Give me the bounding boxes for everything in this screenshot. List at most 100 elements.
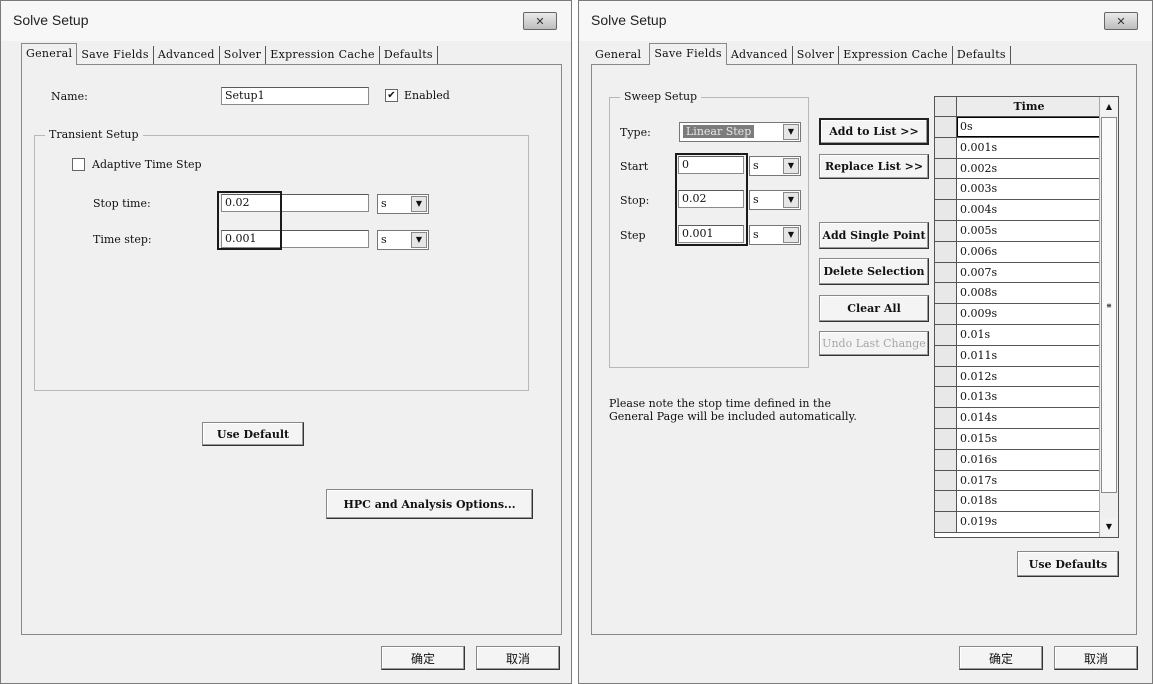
table-row[interactable]: 0.018s	[935, 491, 1101, 513]
row-header-cell[interactable]	[935, 408, 957, 428]
time-cell[interactable]: 0.003s	[957, 179, 1101, 199]
stop-time-input[interactable]: 0.02	[221, 194, 369, 212]
table-row[interactable]: 0.005s	[935, 220, 1101, 242]
time-cell[interactable]: 0.002s	[957, 159, 1101, 179]
use-defaults-button[interactable]: Use Defaults	[1017, 551, 1119, 577]
time-list-table[interactable]: Time 0s 0.001s 0.002s 0.003s 0.004s 0.005s 0.0…	[934, 96, 1119, 538]
table-row[interactable]: 0.012s	[935, 366, 1101, 388]
table-row[interactable]: 0.009s	[935, 304, 1101, 325]
tab-solver[interactable]: Solver	[220, 46, 267, 65]
time-cell[interactable]: 0.006s	[957, 242, 1101, 262]
tab-defaults[interactable]: Defaults	[380, 46, 438, 65]
row-header-cell[interactable]	[935, 512, 957, 532]
row-header-cell[interactable]	[935, 262, 957, 283]
table-row[interactable]: 0.014s	[935, 408, 1101, 429]
step-unit-select[interactable]: s ▼	[749, 225, 801, 245]
tab-defaults[interactable]: Defaults	[953, 46, 1011, 65]
tab-advanced[interactable]: Advanced	[154, 46, 220, 65]
delete-selection-button[interactable]: Delete Selection	[819, 258, 929, 285]
row-header-cell[interactable]	[935, 491, 957, 512]
table-row[interactable]: 0.011s	[935, 345, 1101, 367]
row-header-cell[interactable]	[935, 137, 957, 158]
cancel-button[interactable]: 取消	[1054, 646, 1138, 670]
time-cell[interactable]: 0.019s	[957, 512, 1101, 532]
table-row[interactable]: 0.01s	[935, 324, 1101, 346]
tab-expression-cache[interactable]: Expression Cache	[839, 46, 953, 65]
time-cell[interactable]: 0.005s	[957, 221, 1101, 241]
sweep-type-select[interactable]: Linear Step ▼	[679, 122, 801, 142]
use-default-button[interactable]: Use Default	[202, 422, 304, 446]
time-cell[interactable]: 0s	[957, 117, 1101, 137]
table-row[interactable]: 0.019s	[935, 512, 1101, 533]
name-input[interactable]: Setup1	[221, 87, 369, 105]
table-row[interactable]: 0.013s	[935, 387, 1101, 409]
row-header-cell[interactable]	[935, 387, 957, 408]
row-header-cell[interactable]	[935, 470, 957, 491]
row-header-cell[interactable]	[935, 241, 957, 262]
tab-solver[interactable]: Solver	[793, 46, 840, 65]
row-header-cell[interactable]	[935, 428, 957, 449]
stop-time-unit-select[interactable]: s ▼	[377, 194, 429, 214]
time-cell[interactable]: 0.015s	[957, 429, 1101, 449]
scroll-up-icon[interactable]: ▲	[1101, 98, 1117, 116]
time-cell[interactable]: 0.012s	[957, 367, 1101, 387]
row-header-cell[interactable]	[935, 304, 957, 324]
row-header-cell[interactable]	[935, 345, 957, 366]
close-button[interactable]: ✕	[1104, 12, 1138, 30]
scroll-down-icon[interactable]: ▼	[1101, 518, 1117, 536]
time-cell[interactable]: 0.001s	[957, 138, 1101, 158]
time-column-header[interactable]: Time	[957, 97, 1101, 117]
table-row[interactable]: 0.001s	[935, 137, 1101, 159]
row-header-cell[interactable]	[935, 220, 957, 241]
time-cell[interactable]: 0.007s	[957, 263, 1101, 283]
start-input[interactable]: 0	[678, 156, 744, 174]
time-cell[interactable]: 0.016s	[957, 450, 1101, 470]
row-header-cell[interactable]	[935, 179, 957, 200]
undo-last-change-button[interactable]: Undo Last Change	[819, 331, 929, 356]
tab-save-fields[interactable]: Save Fields	[77, 46, 154, 65]
tab-general[interactable]: General	[21, 43, 78, 65]
row-header-cell[interactable]	[935, 324, 957, 345]
time-step-input[interactable]: 0.001	[221, 230, 369, 248]
table-row[interactable]: 0.004s	[935, 200, 1101, 221]
tab-save-fields[interactable]: Save Fields	[649, 43, 727, 65]
time-cell[interactable]: 0.017s	[957, 471, 1101, 491]
add-single-point-button[interactable]: Add Single Point	[819, 222, 929, 249]
table-row[interactable]: 0.003s	[935, 179, 1101, 201]
table-row[interactable]: 0.017s	[935, 470, 1101, 492]
cancel-button[interactable]: 取消	[476, 646, 560, 670]
tab-general[interactable]: General	[591, 46, 645, 65]
row-header-cell[interactable]	[935, 366, 957, 387]
table-row[interactable]: 0.016s	[935, 449, 1101, 471]
enabled-checkbox[interactable]: ✔	[385, 89, 398, 102]
ok-button[interactable]: 确定	[959, 646, 1043, 670]
row-header-cell[interactable]	[935, 449, 957, 470]
time-step-unit-select[interactable]: s ▼	[377, 230, 429, 250]
time-cell[interactable]: 0.01s	[957, 325, 1101, 345]
table-row[interactable]: 0.007s	[935, 262, 1101, 284]
clear-all-button[interactable]: Clear All	[819, 295, 929, 322]
time-cell[interactable]: 0.018s	[957, 491, 1101, 511]
add-to-list-button[interactable]: Add to List >>	[819, 118, 929, 145]
table-row[interactable]: 0.002s	[935, 158, 1101, 180]
start-unit-select[interactable]: s ▼	[749, 156, 801, 176]
row-header-cell[interactable]	[935, 117, 957, 137]
stop-input[interactable]: 0.02	[678, 190, 744, 208]
time-cell[interactable]: 0.011s	[957, 346, 1101, 366]
time-cell[interactable]: 0.004s	[957, 200, 1101, 220]
replace-list-button[interactable]: Replace List >>	[819, 154, 929, 179]
row-header-cell[interactable]	[935, 283, 957, 304]
table-row[interactable]: 0.008s	[935, 283, 1101, 305]
time-cell[interactable]: 0.013s	[957, 387, 1101, 407]
ok-button[interactable]: 确定	[381, 646, 465, 670]
step-input[interactable]: 0.001	[678, 225, 744, 243]
vertical-scrollbar[interactable]: ▲ ≡ ▼	[1099, 97, 1118, 537]
row-header-cell[interactable]	[935, 158, 957, 179]
table-row[interactable]: 0.006s	[935, 241, 1101, 263]
tab-advanced[interactable]: Advanced	[727, 46, 793, 65]
table-row[interactable]: 0s	[935, 117, 1101, 138]
time-cell[interactable]: 0.008s	[957, 283, 1101, 303]
close-button[interactable]: ✕	[523, 12, 557, 30]
table-row[interactable]: 0.015s	[935, 428, 1101, 450]
adaptive-time-step-checkbox[interactable]	[72, 158, 85, 171]
